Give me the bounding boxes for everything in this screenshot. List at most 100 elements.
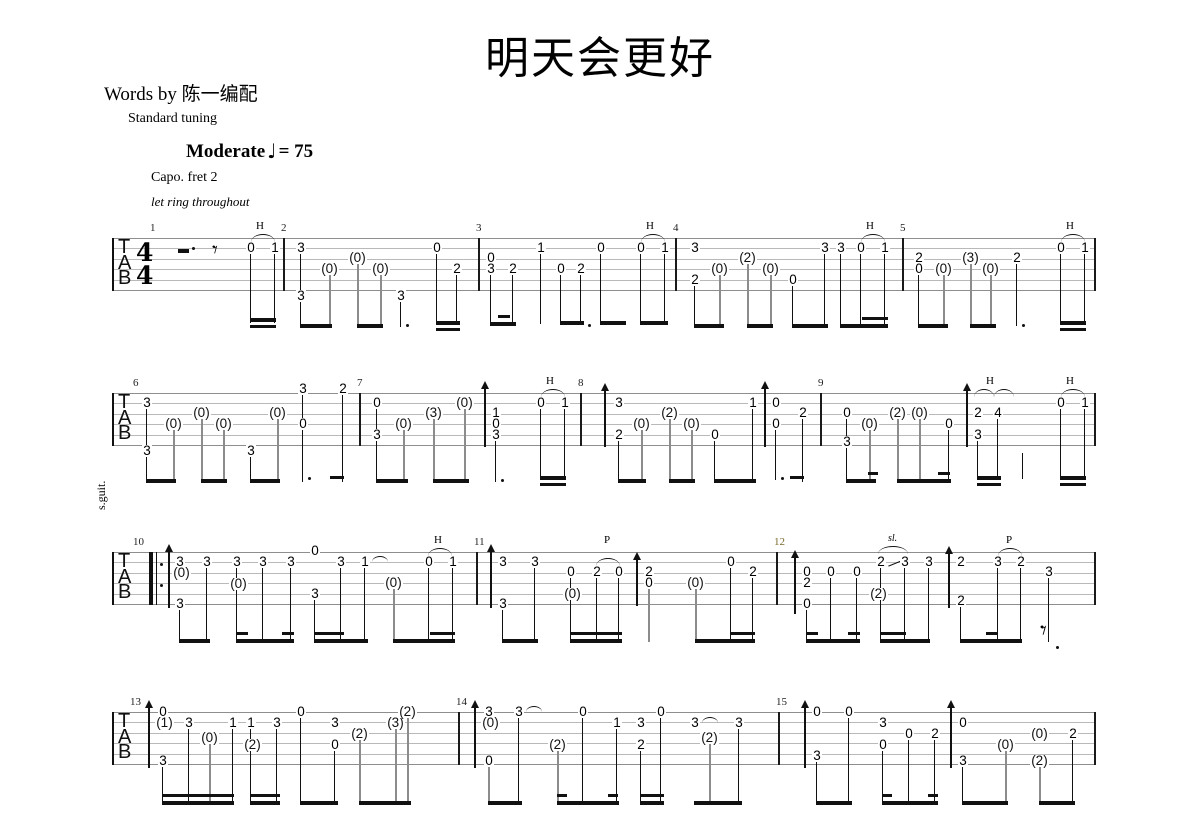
fret-number: 3	[310, 586, 320, 601]
arpeggio-up-arrow	[481, 381, 488, 447]
beam	[376, 479, 408, 484]
fret-number: 3	[973, 427, 983, 442]
arpeggio-up-arrow	[791, 550, 798, 614]
tab-clef: T A B	[118, 551, 131, 601]
ghost-fret-number: (2)	[660, 405, 679, 420]
ghost-fret-number: (0)	[686, 575, 705, 590]
composer-credit: Words by 陈一编配	[104, 84, 258, 105]
barline	[778, 712, 780, 765]
beam	[250, 325, 276, 329]
ghost-fret-number: (0)	[229, 576, 248, 591]
note-stem	[564, 406, 566, 479]
fret-number: 3	[498, 554, 508, 569]
beam	[146, 479, 176, 484]
ghost-fret-number: (0)	[320, 261, 339, 276]
note-stem	[618, 440, 620, 482]
note-stem	[495, 440, 497, 482]
tab-system-1: s.guit. T A B 4 4 1 2 3 4 5 𝄾 H 0 1 3 3 …	[0, 218, 1200, 510]
tab-clef-b: B	[118, 422, 132, 444]
ghost-fret-number: (0)	[214, 416, 233, 431]
barline	[820, 393, 822, 446]
fret-number: 0	[298, 416, 308, 431]
beam	[962, 801, 1008, 806]
beam	[792, 324, 828, 329]
fret-number: 3	[491, 427, 501, 442]
note-stem	[738, 728, 740, 804]
fret-number: 2	[592, 564, 602, 579]
ghost-fret-number: (0)	[910, 405, 929, 420]
note-stem	[452, 565, 454, 642]
note-stem	[540, 252, 542, 324]
fret-number: 2	[930, 726, 940, 741]
ghost-note-stem	[719, 274, 721, 327]
beam	[282, 632, 294, 636]
note-stem	[884, 251, 886, 324]
beam	[344, 639, 368, 644]
fret-number: 0	[788, 272, 798, 287]
ghost-fret-number: (0)	[563, 586, 582, 601]
fret-number: 0	[556, 261, 566, 276]
measure-number: 8	[578, 377, 584, 389]
rhythm-dot	[781, 477, 784, 480]
beam	[498, 315, 510, 319]
beam	[393, 639, 455, 644]
note-stem	[1016, 264, 1018, 326]
beam	[977, 483, 1001, 487]
fret-number: 0	[904, 726, 914, 741]
beam	[490, 322, 516, 327]
arpeggio-up-arrow	[165, 544, 172, 608]
note-stem	[694, 285, 696, 327]
fret-number: 2	[1016, 554, 1026, 569]
ghost-note-stem	[919, 419, 921, 482]
note-stem	[456, 274, 458, 324]
ghost-note-stem	[691, 429, 693, 482]
beam	[359, 801, 411, 806]
barline	[458, 712, 460, 765]
fret-number: 0	[771, 416, 781, 431]
fret-number: 0	[484, 753, 494, 768]
fret-number: 0	[914, 261, 924, 276]
beam	[816, 801, 852, 806]
fret-number: 3	[258, 554, 268, 569]
note-stem	[262, 565, 264, 642]
note-stem	[232, 728, 234, 804]
ghost-note-stem	[359, 740, 361, 804]
beam	[540, 483, 566, 487]
tie	[372, 556, 388, 562]
beam	[848, 632, 860, 636]
ghost-note-stem	[173, 429, 175, 482]
fret-number: 1	[560, 395, 570, 410]
arpeggio-up-arrow	[945, 546, 952, 608]
measure-number: 9	[818, 377, 824, 389]
beam	[250, 318, 276, 323]
beam	[357, 324, 383, 329]
note-stem	[302, 394, 304, 482]
beam	[695, 639, 755, 644]
note-stem	[540, 406, 542, 479]
fret-number: 1	[536, 240, 546, 255]
note-stem	[1048, 578, 1050, 642]
ghost-note-stem	[277, 419, 279, 482]
ghost-fret-number: (0)	[455, 395, 474, 410]
sheet-music-page: 明天会更好 Words by 陈一编配 Standard tuning Mode…	[0, 0, 1200, 832]
fret-number: 3	[836, 240, 846, 255]
hammer-on-marker: H	[1066, 220, 1074, 232]
beam	[960, 639, 1022, 644]
beam	[918, 324, 948, 329]
ghost-fret-number: (2)	[869, 586, 888, 601]
ghost-fret-number: (0)	[348, 250, 367, 265]
fret-number: 3	[878, 715, 888, 730]
beam	[806, 639, 860, 644]
fret-number: 2	[452, 261, 462, 276]
note-stem	[376, 406, 378, 482]
beam	[570, 639, 622, 644]
fret-number: 2	[636, 737, 646, 752]
note-stem	[997, 565, 999, 642]
fret-number: 2	[338, 381, 348, 396]
note-stem	[582, 717, 584, 804]
ghost-fret-number: (1)	[155, 715, 174, 730]
beam	[236, 639, 294, 644]
beam	[570, 632, 622, 636]
fret-number: 1	[880, 240, 890, 255]
fret-number: 2	[798, 405, 808, 420]
